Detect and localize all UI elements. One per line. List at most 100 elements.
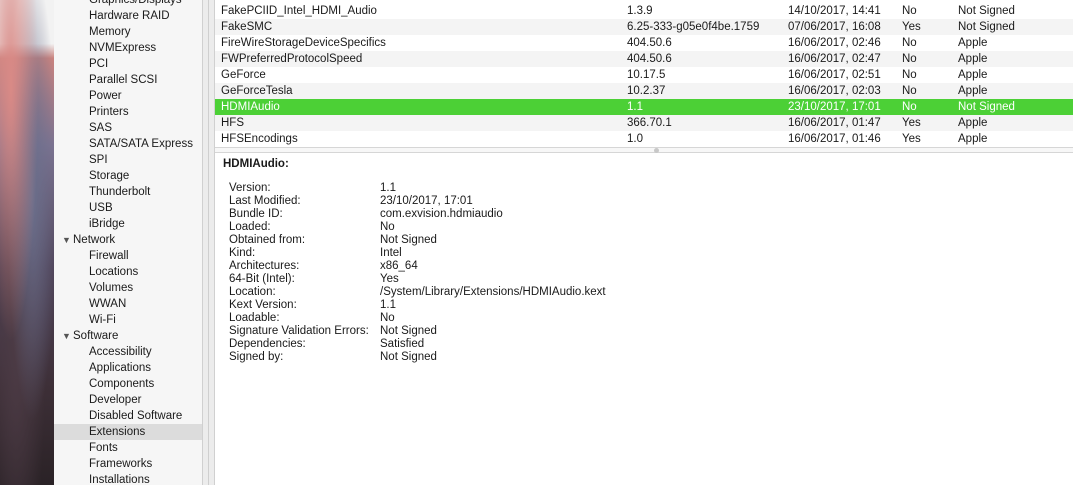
cell-name: FakePCIID_Intel_HDMI_Audio — [221, 5, 377, 17]
sidebar-item-wi-fi[interactable]: Wi-Fi — [54, 312, 202, 328]
field-value: x86_64 — [380, 260, 418, 272]
cell-loaded: No — [902, 53, 917, 65]
sidebar-item-wwan[interactable]: WWAN — [54, 296, 202, 312]
extensions-table: FakePCIID_Intel_HDMI_Audio 1.3.9 14/10/201… — [215, 3, 1073, 147]
sidebar-item-parallel-scsi[interactable]: Parallel SCSI — [54, 72, 202, 88]
field-key: Location: — [229, 286, 276, 298]
sidebar-item-label: Applications — [89, 362, 152, 374]
table-row[interactable]: HFS 366.70.1 16/06/2017, 01:47 Yes Apple — [215, 115, 1073, 131]
sidebar-item-hardware-raid[interactable]: Hardware RAID — [54, 8, 202, 24]
cell-loaded: No — [902, 5, 917, 17]
pane-divider[interactable] — [215, 147, 1073, 153]
table-row[interactable]: FakeSMC 6.25-333-g05e0f4be.1759 07/06/2017… — [215, 19, 1073, 35]
cell-obtained: Not Signed — [958, 5, 1015, 17]
field-value: /System/Library/Extensions/HDMIAudio.kex… — [380, 286, 606, 298]
sidebar-item-label: Storage — [89, 170, 130, 182]
sidebar-item-disabled-software[interactable]: Disabled Software — [54, 408, 202, 424]
sidebar-item-graphics-displays[interactable]: Graphics/Displays — [54, 0, 202, 8]
sidebar-item-sas[interactable]: SAS — [54, 120, 202, 136]
sidebar-item-label: Components — [89, 378, 155, 390]
detail-pane: HDMIAudio: Version: 1.1 Last Modified: 23/1… — [223, 156, 606, 363]
cell-modified: 23/10/2017, 17:01 — [788, 101, 881, 113]
field-value: Not Signed — [380, 351, 437, 363]
field-key: Loaded: — [229, 221, 271, 233]
field-key: Last Modified: — [229, 195, 301, 207]
cell-obtained: Not Signed — [958, 21, 1015, 33]
sidebar-item-nvmexpress[interactable]: NVMExpress — [54, 40, 202, 56]
sidebar-item-spi[interactable]: SPI — [54, 152, 202, 168]
cell-modified: 16/06/2017, 02:46 — [788, 37, 881, 49]
sidebar-item-label: PCI — [89, 58, 109, 70]
sidebar-group-software[interactable]: ▼ Software — [54, 328, 202, 344]
table-row[interactable]: HFSEncodings 1.0 16/06/2017, 01:46 Yes Apple — [215, 131, 1073, 147]
sidebar-item-label: Power — [89, 90, 122, 102]
cell-obtained: Apple — [958, 69, 988, 81]
sidebar-item-label: Printers — [89, 106, 129, 118]
sidebar-item-label: WWAN — [89, 298, 127, 310]
sidebar-item-extensions[interactable]: Extensions — [54, 424, 202, 440]
sidebar-item-storage[interactable]: Storage — [54, 168, 202, 184]
table-row[interactable]: FireWireStorageDeviceSpecifics 404.50.6 16… — [215, 35, 1073, 51]
sidebar-item-label: Accessibility — [89, 346, 152, 358]
table-row[interactable]: GeForce 10.17.5 16/06/2017, 02:51 No Apple — [215, 67, 1073, 83]
sidebar-item-applications[interactable]: Applications — [54, 360, 202, 376]
cell-version: 10.17.5 — [627, 69, 666, 81]
divider-handle[interactable] — [654, 148, 659, 153]
cell-modified: 16/06/2017, 01:47 — [788, 117, 881, 129]
field-key: Dependencies: — [229, 338, 306, 350]
sidebar-item-volumes[interactable]: Volumes — [54, 280, 202, 296]
sidebar-item-label: Developer — [89, 394, 142, 406]
field-value: 23/10/2017, 17:01 — [380, 195, 473, 207]
cell-name: HFSEncodings — [221, 133, 298, 145]
sidebar-item-developer[interactable]: Developer — [54, 392, 202, 408]
sidebar-item-label: Parallel SCSI — [89, 74, 158, 86]
detail-title: HDMIAudio: — [223, 158, 289, 170]
table-row[interactable]: FWPreferredProtocolSpeed 404.50.6 16/06/20… — [215, 51, 1073, 67]
sidebar-item-memory[interactable]: Memory — [54, 24, 202, 40]
cell-name: FWPreferredProtocolSpeed — [221, 53, 363, 65]
cell-obtained: Apple — [958, 133, 988, 145]
table-row[interactable]: GeForceTesla 10.2.37 16/06/2017, 02:03 No Ap… — [215, 83, 1073, 99]
field-key: Signature Validation Errors: — [229, 325, 369, 337]
field-key: Bundle ID: — [229, 208, 283, 220]
sidebar-item-power[interactable]: Power — [54, 88, 202, 104]
sidebar: Graphics/Displays Hardware RAID Memory NVME… — [54, 0, 202, 485]
cell-name: HFS — [221, 117, 244, 129]
cell-version: 404.50.6 — [627, 37, 672, 49]
desktop-wallpaper — [0, 0, 54, 485]
sidebar-splitter[interactable] — [202, 0, 215, 485]
sidebar-item-frameworks[interactable]: Frameworks — [54, 456, 202, 472]
sidebar-item-label: Wi-Fi — [89, 314, 116, 326]
sidebar-item-printers[interactable]: Printers — [54, 104, 202, 120]
sidebar-item-accessibility[interactable]: Accessibility — [54, 344, 202, 360]
field-value: Yes — [380, 273, 399, 285]
sidebar-item-components[interactable]: Components — [54, 376, 202, 392]
sidebar-group-network[interactable]: ▼ Network — [54, 232, 202, 248]
sidebar-item-locations[interactable]: Locations — [54, 264, 202, 280]
cell-version: 1.3.9 — [627, 5, 653, 17]
sidebar-item-label: Fonts — [89, 442, 118, 454]
field-value: 1.1 — [380, 182, 396, 194]
disclosure-triangle-icon[interactable]: ▼ — [62, 232, 71, 248]
table-row[interactable]: HDMIAudio 1.1 23/10/2017, 17:01 No Not Signe… — [215, 99, 1073, 115]
sidebar-item-thunderbolt[interactable]: Thunderbolt — [54, 184, 202, 200]
splitter-grip[interactable] — [208, 0, 209, 485]
table-row[interactable]: FakePCIID_Intel_HDMI_Audio 1.3.9 14/10/201… — [215, 3, 1073, 19]
sidebar-item-firewall[interactable]: Firewall — [54, 248, 202, 264]
sidebar-item-installations[interactable]: Installations — [54, 472, 202, 485]
sidebar-item-ibridge[interactable]: iBridge — [54, 216, 202, 232]
sidebar-item-fonts[interactable]: Fonts — [54, 440, 202, 456]
field-value: Intel — [380, 247, 402, 259]
field-key: Obtained from: — [229, 234, 306, 246]
field-key: Version: — [229, 182, 271, 194]
cell-version: 366.70.1 — [627, 117, 672, 129]
field-value: No — [380, 221, 395, 233]
cell-loaded: No — [902, 85, 917, 97]
disclosure-triangle-icon[interactable]: ▼ — [62, 328, 71, 344]
cell-obtained: Apple — [958, 53, 988, 65]
sidebar-item-pci[interactable]: PCI — [54, 56, 202, 72]
sidebar-item-label: Extensions — [89, 426, 146, 438]
sidebar-item-sata-sata-express[interactable]: SATA/SATA Express — [54, 136, 202, 152]
sidebar-item-label: iBridge — [89, 218, 125, 230]
sidebar-item-usb[interactable]: USB — [54, 200, 202, 216]
